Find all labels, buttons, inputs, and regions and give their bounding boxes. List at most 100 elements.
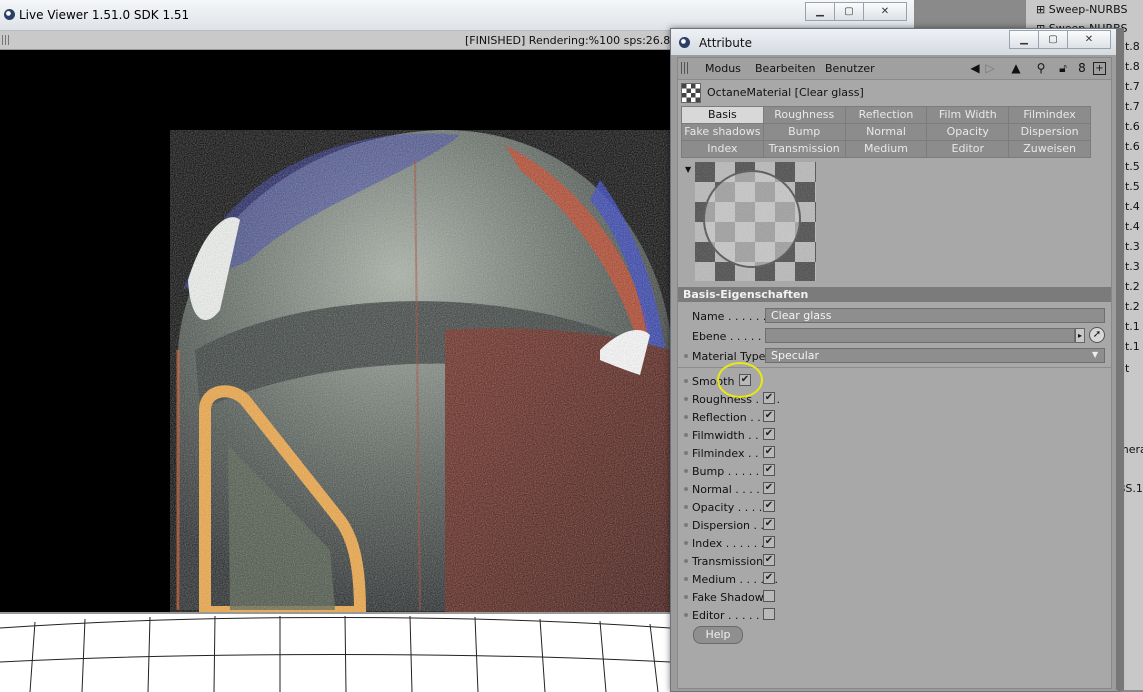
checkbox[interactable]: ✔ bbox=[763, 464, 775, 476]
chevron-down-icon[interactable]: ▼ bbox=[1092, 350, 1098, 359]
animation-dot-icon[interactable] bbox=[684, 415, 688, 419]
tree-item[interactable]: ⊞ Sweep-NURBS bbox=[1036, 0, 1136, 19]
attribute-window-controls: ▁ ▢ ✕ bbox=[1009, 30, 1111, 49]
tree-item-label: Sweep-NURBS bbox=[1048, 3, 1128, 16]
tab-dispersion[interactable]: Dispersion bbox=[1009, 124, 1090, 140]
animation-dot-icon[interactable] bbox=[684, 505, 688, 509]
maximize-icon[interactable]: ▢ bbox=[1038, 30, 1068, 49]
checkbox[interactable]: ✔ bbox=[763, 392, 775, 404]
animation-dot-icon[interactable] bbox=[684, 451, 688, 455]
ebene-field[interactable] bbox=[765, 328, 1075, 343]
animation-dot-icon[interactable] bbox=[684, 523, 688, 527]
tab-opacity[interactable]: Opacity bbox=[927, 124, 1009, 140]
menu-modus[interactable]: Modus bbox=[705, 62, 741, 75]
attribute-title: Attribute bbox=[699, 36, 752, 50]
checkbox-label: Index . . . . . . . bbox=[692, 537, 772, 550]
tab-bump[interactable]: Bump bbox=[763, 124, 845, 140]
menu-bearbeiten[interactable]: Bearbeiten bbox=[755, 62, 815, 75]
toolbar-grip-icon[interactable] bbox=[2, 35, 10, 45]
material-header: OctaneMaterial [Clear glass] bbox=[678, 81, 1111, 103]
back-arrow-icon[interactable]: ◀ bbox=[968, 61, 982, 75]
close-icon[interactable]: ✕ bbox=[863, 2, 907, 21]
animation-dot-icon[interactable] bbox=[684, 541, 688, 545]
render-viewport[interactable] bbox=[0, 50, 670, 612]
checkbox-label: Dispersion . . . bbox=[692, 519, 771, 532]
checkmark-icon: ✔ bbox=[764, 536, 774, 547]
animation-dot-icon[interactable] bbox=[684, 433, 688, 437]
cursor-arrow-icon[interactable]: ▲ bbox=[1009, 61, 1023, 75]
expand-icon[interactable]: ⊞ bbox=[1036, 3, 1049, 16]
attribute-titlebar[interactable]: Attribute ▁ ▢ ✕ bbox=[671, 29, 1118, 55]
editor-viewport-grid[interactable] bbox=[0, 612, 670, 692]
animation-dot-icon[interactable] bbox=[684, 487, 688, 491]
tab-index[interactable]: Index bbox=[682, 141, 763, 157]
attribute-menubar: Modus Bearbeiten Benutzer ◀ ▷ ▲ ⚲ 🔓︎ 8 + bbox=[678, 58, 1111, 80]
animation-dot-icon[interactable] bbox=[684, 559, 688, 563]
checkbox-label: Fake Shadows bbox=[692, 591, 770, 604]
checkmark-icon: ✔ bbox=[764, 482, 774, 493]
checkmark-icon: ✔ bbox=[764, 446, 774, 457]
checkbox[interactable]: ✔ bbox=[763, 482, 775, 494]
checkbox[interactable]: ✔ bbox=[763, 428, 775, 440]
material-tabs: Basis Roughness Reflection Film Width Filmin… bbox=[681, 106, 1091, 158]
checkbox-row: Fake Shadows bbox=[678, 588, 1111, 606]
collapse-triangle-icon[interactable]: ▼ bbox=[685, 165, 691, 174]
menu-benutzer[interactable]: Benutzer bbox=[825, 62, 875, 75]
checkbox-row: Index . . . . . . . ✔ bbox=[678, 534, 1111, 552]
section-header: Basis-Eigenschaften bbox=[678, 287, 1111, 302]
tab-film-width[interactable]: Film Width bbox=[927, 107, 1009, 123]
animation-dot-icon[interactable] bbox=[684, 354, 688, 358]
lock-icon[interactable]: 🔓︎ bbox=[1056, 61, 1070, 75]
checkbox[interactable]: ✔ bbox=[763, 554, 775, 566]
scrollbar[interactable] bbox=[1116, 28, 1124, 690]
checkbox[interactable]: ✔ bbox=[763, 518, 775, 530]
ebene-arrow-icon[interactable]: ▸ bbox=[1075, 328, 1085, 343]
attribute-window: Attribute ▁ ▢ ✕ Modus Bearbeiten Benutze… bbox=[670, 28, 1119, 692]
minimize-icon[interactable]: ▁ bbox=[805, 2, 835, 21]
checkbox[interactable]: ✔ bbox=[763, 500, 775, 512]
tab-reflection[interactable]: Reflection bbox=[845, 107, 927, 123]
animation-dot-icon[interactable] bbox=[684, 577, 688, 581]
checkbox[interactable] bbox=[763, 590, 775, 602]
animation-dot-icon[interactable] bbox=[684, 469, 688, 473]
pick-object-icon[interactable]: ➚ bbox=[1089, 327, 1105, 343]
live-viewer-titlebar[interactable]: Live Viewer 1.51.0 SDK 1.51 ▁ ▢ ✕ bbox=[0, 0, 914, 31]
checkbox[interactable] bbox=[763, 608, 775, 620]
tab-roughness[interactable]: Roughness bbox=[763, 107, 845, 123]
tab-medium[interactable]: Medium bbox=[845, 141, 927, 157]
minimize-icon[interactable]: ▁ bbox=[1009, 30, 1039, 49]
live-viewer-title: Live Viewer 1.51.0 SDK 1.51 bbox=[19, 8, 190, 22]
checkbox[interactable]: ✔ bbox=[763, 410, 775, 422]
checkbox-row: Filmwidth . . . . ✔ bbox=[678, 426, 1111, 444]
checkbox[interactable]: ✔ bbox=[763, 446, 775, 458]
close-icon[interactable]: ✕ bbox=[1067, 30, 1111, 49]
checkbox-row: Dispersion . . . ✔ bbox=[678, 516, 1111, 534]
animation-dot-icon[interactable] bbox=[684, 595, 688, 599]
name-field[interactable]: Clear glass bbox=[765, 308, 1105, 323]
search-icon[interactable]: ⚲ bbox=[1034, 61, 1048, 75]
tab-normal[interactable]: Normal bbox=[845, 124, 927, 140]
help-button[interactable]: Help bbox=[693, 626, 743, 644]
checkbox-label: Normal . . . . . . bbox=[692, 483, 774, 496]
maximize-icon[interactable]: ▢ bbox=[834, 2, 864, 21]
new-panel-icon[interactable]: + bbox=[1093, 62, 1106, 75]
tab-basis[interactable]: Basis bbox=[682, 107, 763, 123]
link-icon[interactable]: 8 bbox=[1075, 61, 1089, 75]
forward-arrow-icon[interactable]: ▷ bbox=[983, 61, 997, 75]
tab-zuweisen[interactable]: Zuweisen bbox=[1009, 141, 1090, 157]
animation-dot-icon[interactable] bbox=[684, 379, 688, 383]
toolbar-grip-icon[interactable] bbox=[681, 62, 689, 74]
checkbox-label: Opacity . . . . . bbox=[692, 501, 770, 514]
material-preview[interactable] bbox=[695, 162, 816, 281]
material-type-select[interactable]: Specular bbox=[765, 348, 1105, 363]
checkbox[interactable]: ✔ bbox=[763, 536, 775, 548]
animation-dot-icon[interactable] bbox=[684, 397, 688, 401]
checkbox[interactable]: ✔ bbox=[763, 572, 775, 584]
tab-fake-shadows[interactable]: Fake shadows bbox=[682, 124, 763, 140]
tab-filmindex[interactable]: Filmindex bbox=[1009, 107, 1090, 123]
tab-transmission[interactable]: Transmission bbox=[763, 141, 845, 157]
checkmark-icon: ✔ bbox=[764, 428, 774, 439]
tab-editor[interactable]: Editor bbox=[927, 141, 1009, 157]
checkmark-icon: ✔ bbox=[764, 554, 774, 565]
animation-dot-icon[interactable] bbox=[684, 613, 688, 617]
